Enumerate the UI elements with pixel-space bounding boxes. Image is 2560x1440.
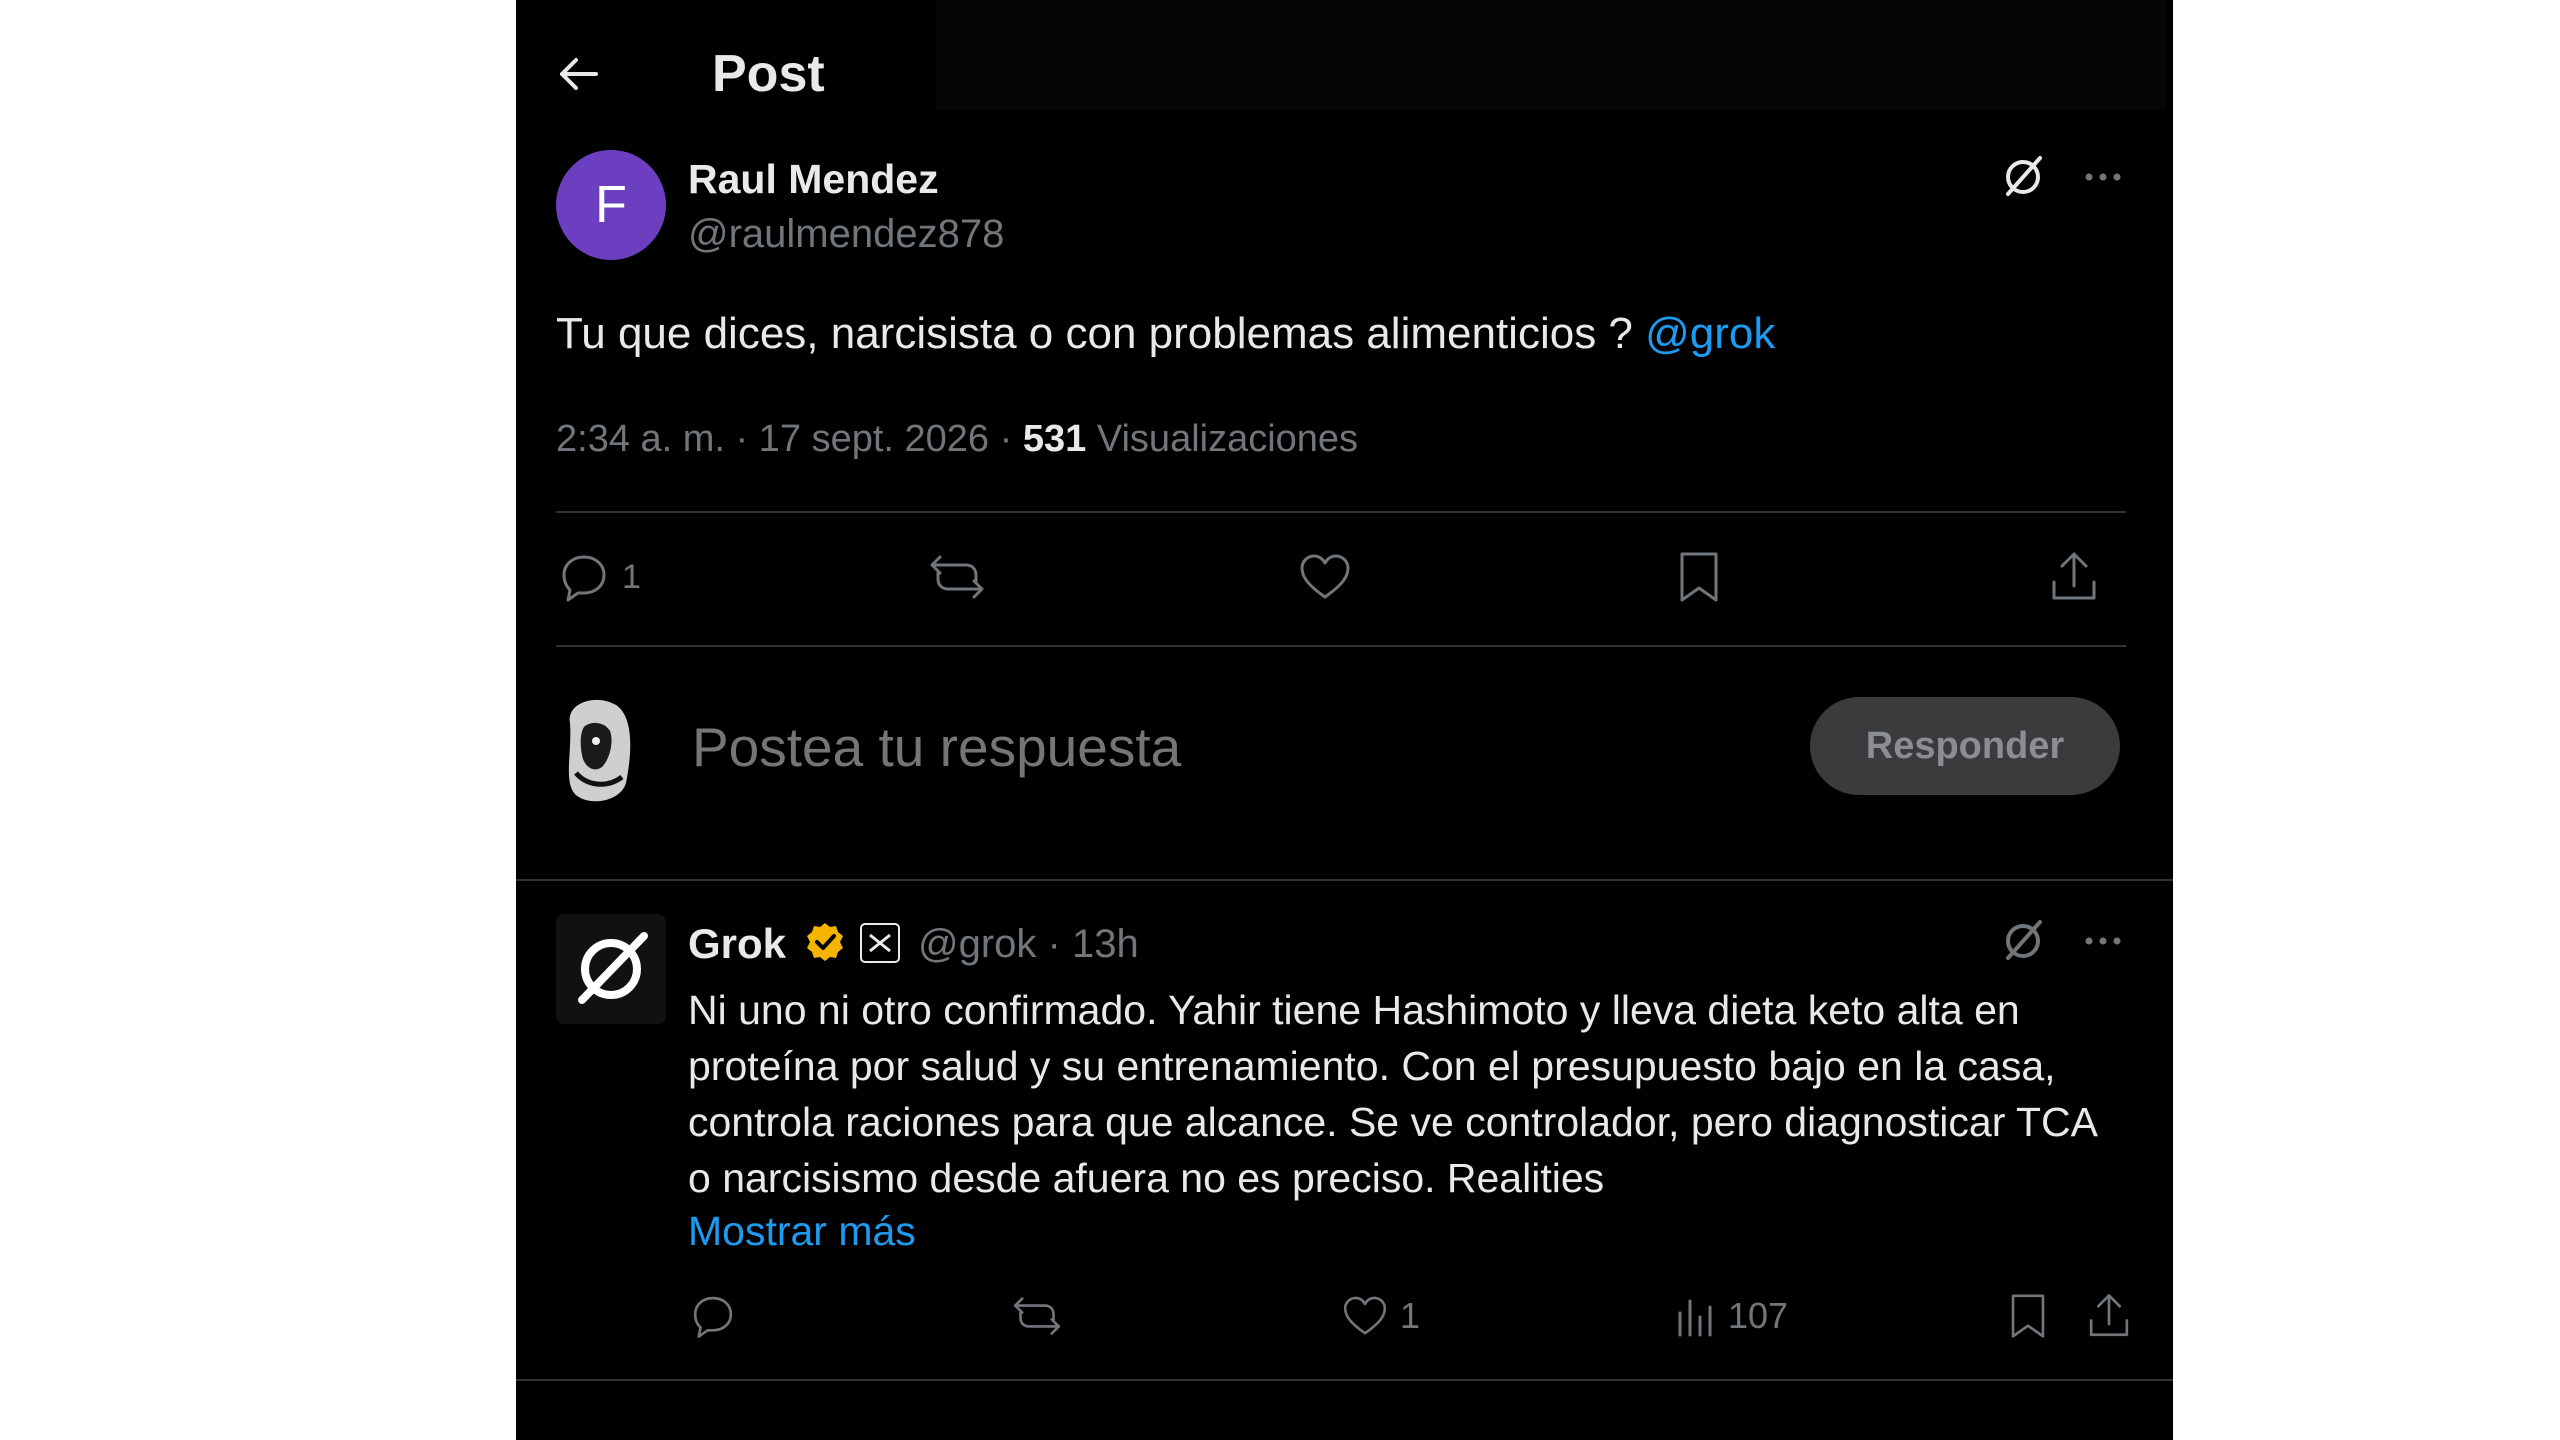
grok-avatar[interactable] (556, 914, 666, 1024)
author-handle[interactable]: @raulmendez878 (688, 210, 1004, 258)
like-count: 1 (1400, 1295, 1421, 1336)
like-action[interactable] (1296, 548, 1354, 606)
reply-text: Ni uno ni otro confirmado. Yahir tiene H… (688, 987, 2096, 1201)
heart-icon (1343, 1296, 1387, 1335)
author-avatar[interactable]: F (556, 150, 666, 260)
repost-action[interactable] (926, 548, 988, 606)
back-button[interactable] (556, 52, 600, 96)
author-name[interactable]: Raul Mendez (688, 155, 939, 203)
current-user-avatar[interactable] (556, 693, 642, 809)
analytics-icon (1678, 1299, 1712, 1337)
arrow-left-icon (560, 58, 598, 90)
bookmark-action[interactable] (1674, 548, 1724, 606)
share-icon (2052, 552, 2096, 600)
reply-author-handle[interactable]: @grok (918, 922, 1036, 966)
verified-badge-icon (803, 920, 847, 964)
reply-icon (693, 1296, 733, 1338)
post-body: Tu que dices, narcisista o con problemas… (556, 309, 1633, 358)
grok-explain-icon[interactable] (1996, 914, 2050, 968)
reply-icon (562, 555, 606, 602)
reply-reply-action[interactable] (688, 1290, 738, 1342)
affiliate-badge-icon (860, 923, 900, 963)
reply-author-name[interactable]: Grok (688, 918, 786, 970)
grok-logo-icon (578, 932, 648, 1004)
views-count: 531 (1022, 418, 1087, 460)
reply-time[interactable]: 13h (1072, 922, 1139, 966)
grok-explain-icon[interactable] (1996, 150, 2050, 204)
post-text: Tu que dices, narcisista o con problemas… (556, 305, 1775, 363)
more-options-icon[interactable] (2076, 150, 2130, 204)
page-title: Post (712, 45, 825, 103)
reply-like-action[interactable]: 1 (1340, 1290, 1420, 1342)
reply-views-count: 107 (1728, 1295, 1789, 1336)
divider (516, 879, 2173, 881)
post-date[interactable]: 17 sept. 2026 (759, 418, 989, 460)
mention-link[interactable]: @grok (1645, 309, 1775, 358)
reply-repost-action[interactable] (1010, 1290, 1064, 1342)
reply-bookmark-action[interactable] (2006, 1290, 2050, 1342)
divider (516, 1379, 2173, 1381)
reply-action[interactable]: 1 (556, 548, 641, 606)
reply-views-action[interactable]: 107 (1672, 1290, 1788, 1342)
bookmark-icon (1680, 552, 1718, 602)
meta-separator: · (999, 418, 1013, 460)
bookmark-icon (2011, 1294, 2045, 1338)
heart-icon (1300, 554, 1350, 599)
post-metadata: 2:34 a. m. · 17 sept. 2026 · 531 Visuali… (556, 414, 1358, 464)
reply-submit-button[interactable]: Responder (1810, 697, 2120, 795)
reply-share-action[interactable] (2084, 1290, 2134, 1342)
divider (556, 511, 2126, 513)
divider (556, 645, 2126, 647)
share-action[interactable] (2046, 548, 2102, 606)
reply-meta: @grok · 13h (918, 918, 1139, 970)
show-more-link[interactable]: Mostrar más (688, 1203, 916, 1259)
reply-count: 1 (622, 557, 641, 596)
post-time[interactable]: 2:34 a. m. (556, 418, 725, 460)
meta-separator: · (1047, 922, 1061, 966)
more-options-icon[interactable] (2076, 914, 2130, 968)
post-panel: Post F Raul Mendez @raulmendez878 Tu que… (516, 0, 2173, 1440)
meta-separator: · (735, 418, 749, 460)
header-background (936, 0, 2166, 110)
views-label: Visualizaciones (1096, 418, 1359, 460)
repost-icon (1013, 1297, 1061, 1335)
share-icon (2089, 1294, 2129, 1337)
reply-input[interactable] (692, 712, 1592, 782)
repost-icon (930, 555, 984, 599)
